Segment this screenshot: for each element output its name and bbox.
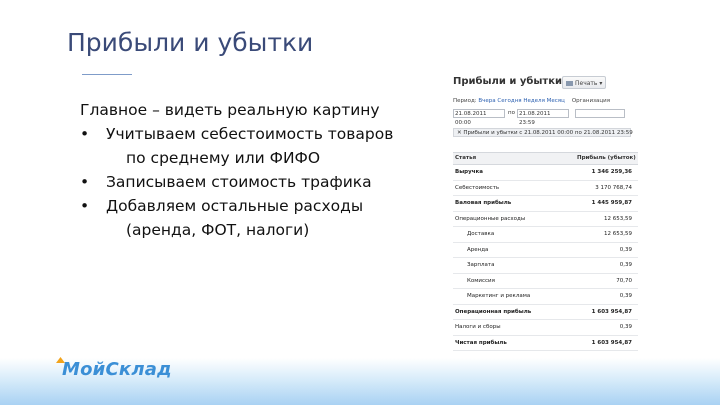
row-value: 12 653,59 <box>604 215 632 222</box>
bullet-list: Главное – видеть реальную картину • Учит… <box>80 98 425 242</box>
row-label: Валовая прибыль <box>455 200 512 206</box>
bullet-text-continued: (аренда, ФОТ, налоги) <box>126 221 310 239</box>
row-label: Выручка <box>455 169 483 175</box>
row-value: 0,39 <box>619 262 632 268</box>
table-header: Статья Прибыль (убыток) <box>453 152 638 165</box>
row-label: Комиссия <box>467 277 495 284</box>
organization-select[interactable] <box>575 109 625 118</box>
row-label: Доставка <box>467 231 495 237</box>
report-title: Прибыли и убытки <box>453 76 562 87</box>
bullet-text-continued: по среднему или ФИФО <box>126 149 321 167</box>
table-row: Аренда 0,39 <box>453 243 638 258</box>
table-row: Операционные расходы 12 653,59 <box>453 212 638 227</box>
bullet-dot: • <box>80 125 90 143</box>
bullet-item-traffic: • Записываем стоимость трафика <box>80 170 425 194</box>
row-label: Операционная прибыль <box>455 308 532 315</box>
table-row: Комиссия 70,70 <box>453 274 638 289</box>
row-value: 1 445 959,87 <box>591 200 632 206</box>
filter-chip-text: Прибыли и убытки с 21.08.2011 00:00 по 2… <box>463 130 633 136</box>
report-screenshot: Прибыли и убытки Печать ▾ Период: Вчера … <box>443 70 646 353</box>
row-value: 1 603 954,87 <box>591 308 632 315</box>
row-label: Чистая прибыль <box>455 339 507 346</box>
row-label: Зарплата <box>467 262 495 268</box>
print-label: Печать <box>575 80 598 87</box>
period-filter: Период: Вчера Сегодня Неделя Месяц Орган… <box>453 98 611 104</box>
table-row: Маркетинг и реклама 0,39 <box>453 289 638 305</box>
filter-chip[interactable]: ✕ Прибыли и убытки с 21.08.2011 00:00 по… <box>453 128 633 137</box>
moysklad-logo: МойСклад <box>62 359 172 380</box>
period-link-month[interactable]: Месяц <box>547 98 565 104</box>
row-label: Налоги и сборы <box>455 324 501 330</box>
row-label: Операционные расходы <box>455 215 526 222</box>
table-row: Доставка 12 653,59 <box>453 227 638 243</box>
table-body: Выручка 1 346 259,36 Себестоимость 3 170 76… <box>453 165 638 351</box>
date-to-input[interactable]: 21.08.2011 23:59 <box>517 109 569 126</box>
print-button[interactable]: Печать ▾ <box>562 76 606 89</box>
lead-text: Главное – видеть реальную картину <box>80 101 380 119</box>
close-icon[interactable]: ✕ <box>457 130 462 136</box>
period-label: Период <box>453 98 475 104</box>
bullet-text: Записываем стоимость трафика <box>106 173 372 191</box>
date-from-input[interactable]: 21.08.2011 00:00 <box>453 109 505 126</box>
row-label: Аренда <box>467 246 489 253</box>
bullet-item-cost: • Учитываем себестоимость товаров по сре… <box>80 122 425 170</box>
table-row: Чистая прибыль 1 603 954,87 <box>453 336 638 351</box>
table-row: Налоги и сборы 0,39 <box>453 320 638 336</box>
column-header-item: Статья <box>455 155 477 161</box>
row-value: 0,39 <box>619 293 632 299</box>
title-underline <box>82 74 132 75</box>
row-value: 12 653,59 <box>604 231 632 237</box>
period-link-today[interactable]: Сегодня <box>497 98 521 104</box>
column-header-value: Прибыль (убыток) <box>577 155 636 161</box>
profit-loss-table: Статья Прибыль (убыток) Выручка 1 346 259… <box>453 152 638 351</box>
row-value: 70,70 <box>616 277 632 284</box>
table-row: Валовая прибыль 1 445 959,87 <box>453 196 638 212</box>
table-row: Себестоимость 3 170 768,74 <box>453 181 638 196</box>
table-row: Выручка 1 346 259,36 <box>453 165 638 181</box>
bullet-dot: • <box>80 173 90 191</box>
row-value: 1 346 259,36 <box>591 169 632 175</box>
period-link-week[interactable]: Неделя <box>523 98 545 104</box>
bullet-item-expenses: • Добавляем остальные расходы (аренда, Ф… <box>80 194 425 242</box>
table-row: Операционная прибыль 1 603 954,87 <box>453 305 638 320</box>
chevron-down-icon: ▾ <box>599 80 603 87</box>
row-value: 0,39 <box>619 246 632 253</box>
row-label: Себестоимость <box>455 184 500 191</box>
printer-icon <box>566 81 573 86</box>
table-row: Зарплата 0,39 <box>453 258 638 274</box>
row-value: 3 170 768,74 <box>595 184 632 191</box>
period-link-yesterday[interactable]: Вчера <box>478 98 495 104</box>
bullet-text: Учитываем себестоимость товаров <box>106 125 394 143</box>
date-separator: по <box>508 110 515 116</box>
row-label: Маркетинг и реклама <box>467 293 531 299</box>
bullet-text: Добавляем остальные расходы <box>106 197 364 215</box>
slide-title: Прибыли и убытки <box>67 28 314 57</box>
organization-label: Организация <box>571 98 611 104</box>
row-value: 1 603 954,87 <box>591 339 632 346</box>
row-value: 0,39 <box>619 324 632 330</box>
bullet-dot: • <box>80 197 90 215</box>
